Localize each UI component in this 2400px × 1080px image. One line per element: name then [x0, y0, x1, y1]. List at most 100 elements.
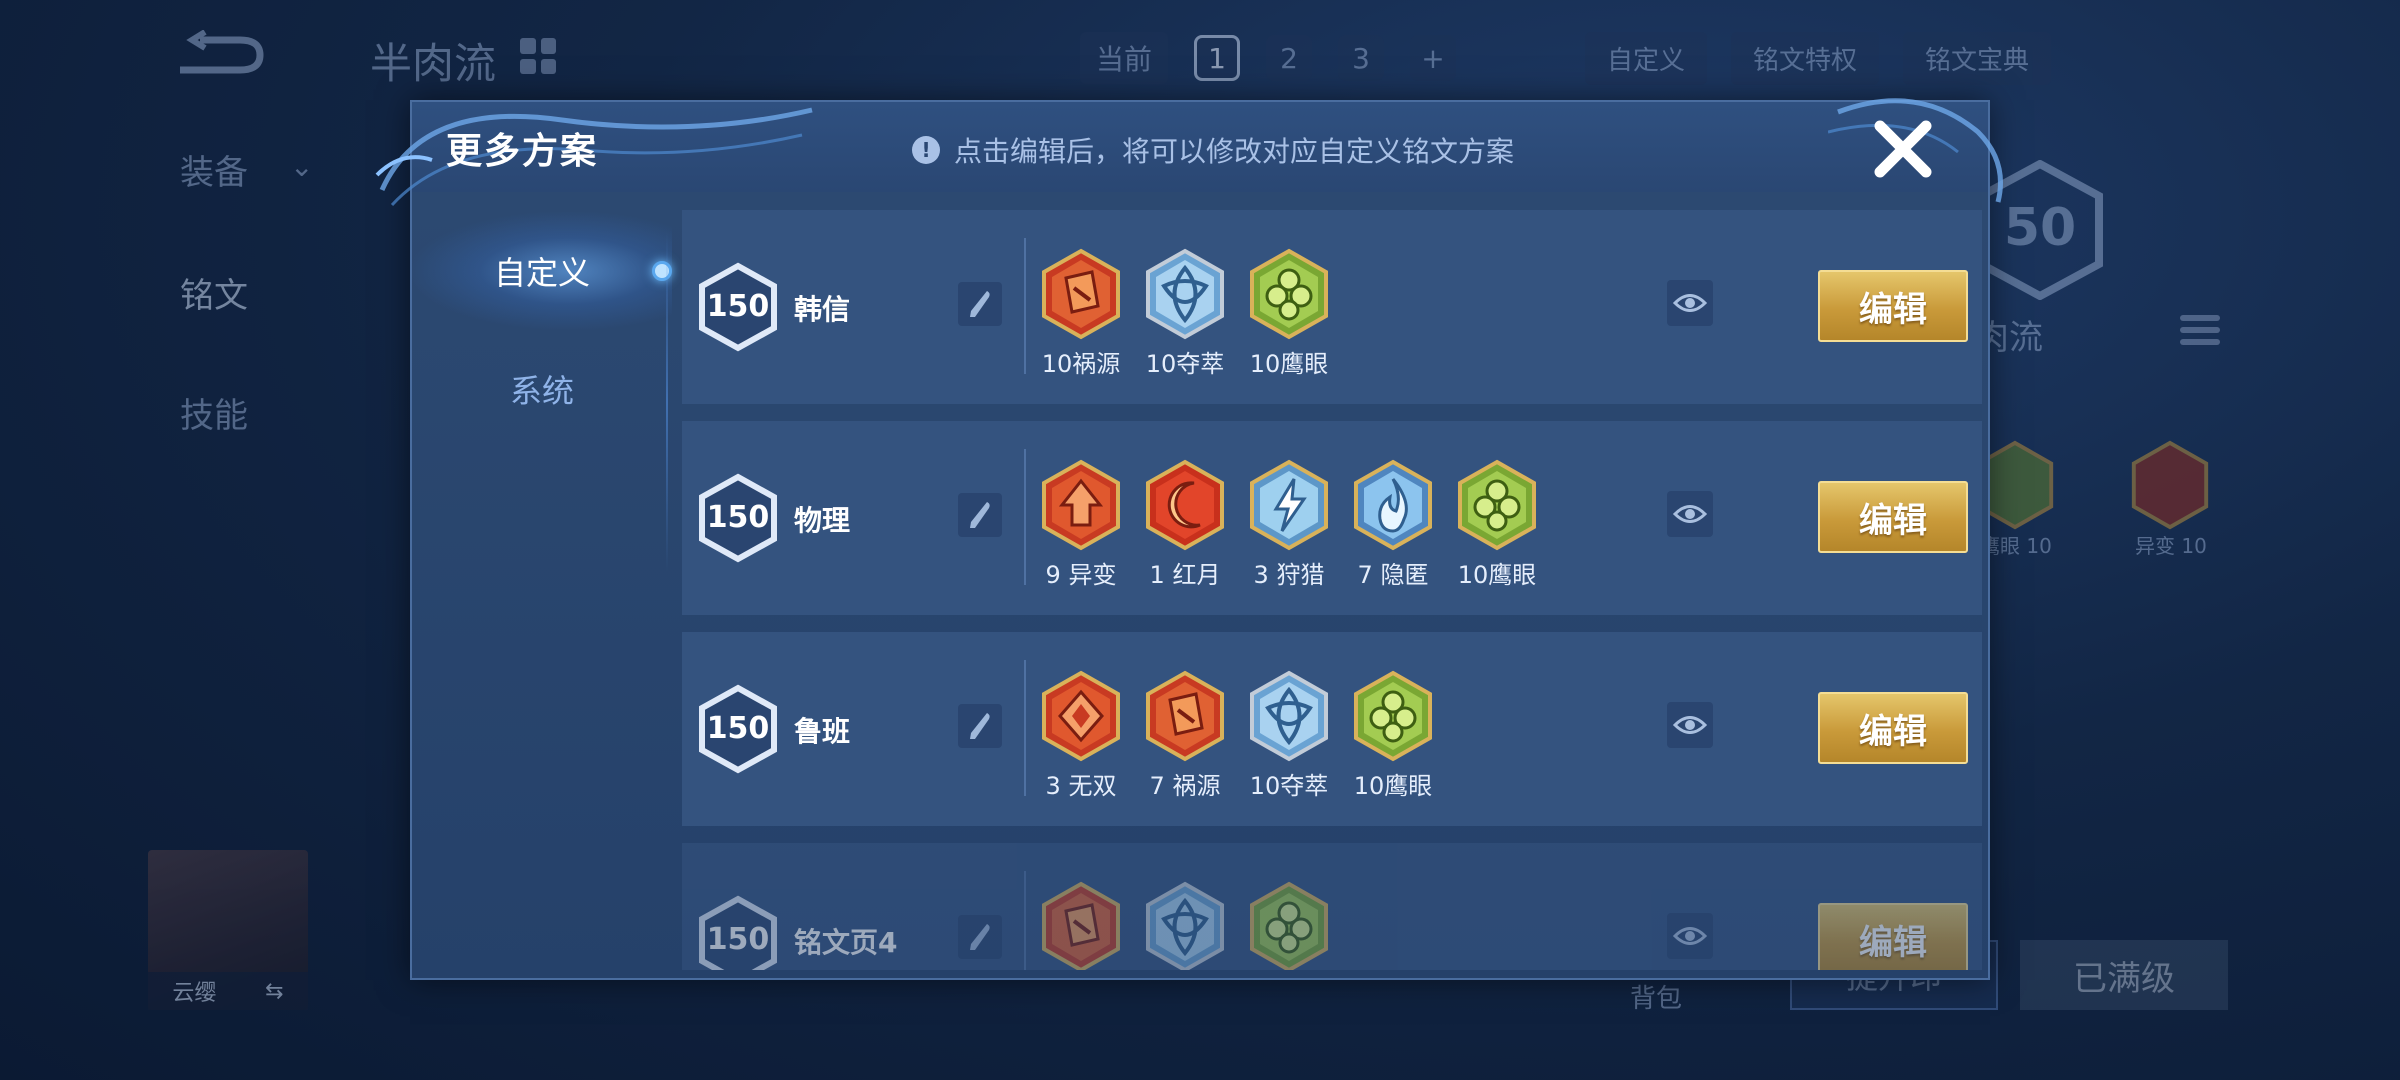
swap-icon[interactable]: ⇆ [265, 979, 283, 1004]
red-card-rune-icon [1042, 248, 1120, 340]
rune-list: 3 无双 7 祸源 10夺萃 10鹰眼 [1040, 670, 1434, 801]
side-item-skills[interactable]: 技能 [180, 388, 248, 437]
level-value: 150 [706, 922, 770, 957]
blue-knot-rune-icon [1146, 881, 1224, 970]
close-icon[interactable] [1868, 114, 1938, 184]
rune-list: 10祸源 10夺萃 10鹰眼 [1040, 248, 1330, 379]
page-tab-2[interactable]: 2 [1266, 35, 1313, 81]
pencil-icon [970, 291, 990, 317]
plan-name: 物理 [794, 504, 851, 537]
edit-button[interactable]: 编辑 [1818, 903, 1968, 970]
tab-system[interactable]: 系统 [412, 330, 672, 448]
rune-count-label: 10夺萃 [1249, 772, 1329, 800]
rune-slot-label: 异变 10 [2135, 534, 2207, 558]
level-hex-badge: 150 [698, 262, 778, 352]
red-card-rune-icon [1042, 881, 1120, 970]
rune-slot: 7 隐匿 [1352, 459, 1434, 590]
rune-slot [1248, 881, 1330, 970]
rune-page-tabs: 当前 1 2 3 + [1080, 32, 1457, 84]
rune-slot: 10夺萃 [1144, 248, 1226, 379]
more-plans-modal: 更多方案 ! 点击编辑后，将可以修改对应自定义铭文方案 自定义 系统 150 韩… [375, 98, 2003, 980]
grid-icon[interactable] [520, 38, 556, 74]
blue-flame-rune-icon [1354, 459, 1432, 551]
hint-text: 点击编辑后，将可以修改对应自定义铭文方案 [954, 135, 1515, 168]
back-arrow-icon[interactable] [170, 30, 270, 80]
level-hex-badge: 150 [698, 895, 778, 970]
side-item-equipment[interactable]: 装备 [180, 145, 248, 194]
modal-title: 更多方案 [446, 131, 599, 172]
plan-row: 150 物理 9 异变 1 红月 3 狩猎 7 隐匿 10鹰眼 编辑 [682, 421, 1982, 615]
info-icon: ! [912, 136, 940, 164]
green-clover-rune-icon [1354, 670, 1432, 762]
rune-slot: 10鹰眼 [1248, 248, 1330, 379]
preview-button[interactable] [1667, 280, 1713, 326]
plan-row: 150 韩信 10祸源 10夺萃 10鹰眼 编辑 [682, 210, 1982, 404]
preview-button[interactable] [1667, 491, 1713, 537]
edit-button[interactable]: 编辑 [1818, 692, 1968, 764]
chevron-down-icon: ⌄ [290, 150, 314, 183]
plan-name: 铭文页4 [794, 926, 898, 959]
preview-button[interactable] [1667, 913, 1713, 959]
rune-slot-label: 鹰眼 10 [1980, 534, 2052, 558]
pencil-icon [970, 924, 990, 950]
custom-button[interactable]: 自定义 [1585, 32, 1708, 85]
tab-system-label: 系统 [509, 372, 574, 410]
tab-custom[interactable]: 自定义 [412, 212, 672, 330]
row-divider [1024, 238, 1026, 374]
red-arrow-rune-icon [2131, 440, 2209, 530]
edit-button[interactable]: 编辑 [1818, 270, 1968, 342]
level-value: 150 [706, 289, 770, 324]
rename-button[interactable] [958, 704, 1002, 748]
rune-slot: 10鹰眼 [1456, 459, 1538, 590]
hero-name-bar[interactable]: 云缨 ⇆ [148, 972, 308, 1010]
blue-knot-rune-icon [1146, 248, 1224, 340]
page-tab-1[interactable]: 1 [1194, 35, 1241, 81]
plan-name: 韩信 [794, 293, 851, 326]
rune-list: 9 异变 1 红月 3 狩猎 7 隐匿 10鹰眼 [1040, 459, 1538, 590]
rune-list [1040, 881, 1330, 970]
edit-button[interactable]: 编辑 [1818, 481, 1968, 553]
rename-button[interactable] [958, 915, 1002, 959]
level-hex-badge: 150 [698, 473, 778, 563]
plan-tabs: 自定义 系统 [412, 212, 672, 448]
rename-button[interactable] [958, 493, 1002, 537]
tab-custom-label: 自定义 [493, 254, 590, 292]
rune-count-label: 1 红月 [1149, 561, 1221, 589]
blue-knot-rune-icon [1250, 670, 1328, 762]
rune-count-label: 9 异变 [1045, 561, 1117, 589]
eye-icon [1673, 505, 1707, 523]
current-label: 当前 [1080, 32, 1169, 84]
add-page-button[interactable]: + [1410, 35, 1457, 81]
preview-button[interactable] [1667, 702, 1713, 748]
rune-count-label: 3 无双 [1045, 772, 1117, 800]
hero-name: 云缨 [172, 981, 217, 1006]
eye-icon [1673, 927, 1707, 945]
eye-icon [1673, 716, 1707, 734]
rename-button[interactable] [958, 282, 1002, 326]
rune-count-label: 10鹰眼 [1457, 561, 1537, 589]
rune-count-label: 10鹰眼 [1249, 350, 1329, 378]
rune-slot: 3 无双 [1040, 670, 1122, 801]
page-tab-3[interactable]: 3 [1338, 35, 1385, 81]
red-card-rune-icon [1146, 670, 1224, 762]
green-clover-rune-icon [1250, 881, 1328, 970]
side-item-runes[interactable]: 铭文 [180, 268, 248, 317]
menu-icon[interactable] [2180, 315, 2220, 355]
red-moon-rune-icon [1146, 459, 1224, 551]
rune-slot [1144, 881, 1226, 970]
rune-count-label: 10夺萃 [1145, 350, 1225, 378]
plan-list[interactable]: 150 韩信 10祸源 10夺萃 10鹰眼 编辑 150 物理 9 异变 1 红… [682, 210, 1982, 970]
rune-slot: 9 异变 [1040, 459, 1122, 590]
rune-count-label: 3 狩猎 [1253, 561, 1325, 589]
rune-slot: 10夺萃 [1248, 670, 1330, 801]
row-divider [1024, 660, 1026, 796]
pencil-icon [970, 502, 990, 528]
bag-label[interactable]: 背包 [1630, 978, 1682, 1015]
rune-count-label: 7 隐匿 [1357, 561, 1429, 589]
rune-slot: 10祸源 [1040, 248, 1122, 379]
rune-slot [1040, 881, 1122, 970]
eye-icon [1673, 294, 1707, 312]
rune-slot: 3 狩猎 [1248, 459, 1330, 590]
max-level-button: 已满级 [2020, 940, 2228, 1010]
rune-count-label: 7 祸源 [1149, 772, 1221, 800]
